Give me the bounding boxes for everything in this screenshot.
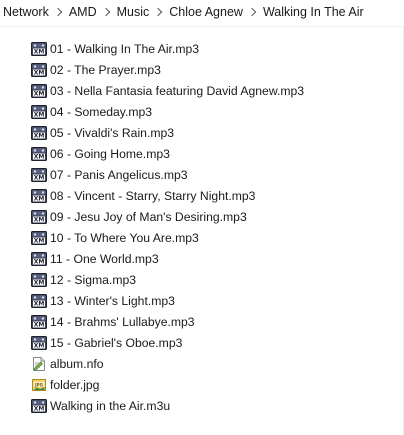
audio-file-icon: XM (31, 314, 47, 330)
file-item-folder-jpg[interactable]: JPG folder.jpg (31, 374, 391, 395)
svg-text:XM: XM (34, 69, 45, 76)
breadcrumb-item-album[interactable]: Walking In The Air (260, 5, 367, 19)
audio-file-icon: XM (31, 104, 47, 120)
address-bar-divider (0, 26, 404, 27)
file-list: XM 01 - Walking In The Air.mp3 XM 02 - The … (31, 38, 391, 416)
breadcrumb-item-amd[interactable]: AMD (66, 5, 100, 19)
file-name: 03 - Nella Fantasia featuring David Agne… (50, 83, 305, 98)
file-name: 11 - One World.mp3 (50, 251, 159, 266)
svg-text:XM: XM (34, 48, 45, 55)
playlist-file-icon: XM (31, 398, 47, 414)
audio-file-icon: XM (31, 188, 47, 204)
file-name: folder.jpg (50, 377, 100, 392)
audio-file-icon: XM (31, 335, 47, 351)
svg-text:XM: XM (34, 342, 45, 349)
file-item-03-nella-fantasia-featuring-david-agnew-mp3[interactable]: XM 03 - Nella Fantasia featuring David Ag… (31, 80, 391, 101)
audio-file-icon: XM (31, 62, 47, 78)
breadcrumb-item-music[interactable]: Music (114, 5, 153, 19)
file-item-06-going-home-mp3[interactable]: XM 06 - Going Home.mp3 (31, 143, 391, 164)
audio-file-icon: XM (31, 41, 47, 57)
svg-text:JPG: JPG (34, 382, 44, 387)
file-name: 04 - Someday.mp3 (50, 104, 153, 119)
file-name: album.nfo (50, 356, 104, 371)
svg-text:XM: XM (34, 237, 45, 244)
file-item-04-someday-mp3[interactable]: XM 04 - Someday.mp3 (31, 101, 391, 122)
file-item-08-vincent-starry-starry-night-mp3[interactable]: XM 08 - Vincent - Starry, Starry Night.mp… (31, 185, 391, 206)
audio-file-icon: XM (31, 293, 47, 309)
audio-file-icon: XM (31, 272, 47, 288)
file-item-05-vivaldi-s-rain-mp3[interactable]: XM 05 - Vivaldi's Rain.mp3 (31, 122, 391, 143)
svg-text:XM: XM (34, 153, 45, 160)
chevron-right-icon[interactable] (246, 0, 260, 24)
chevron-right-icon[interactable] (52, 0, 66, 24)
audio-file-icon: XM (31, 251, 47, 267)
file-name: 06 - Going Home.mp3 (50, 146, 170, 161)
file-item-12-sigma-mp3[interactable]: XM 12 - Sigma.mp3 (31, 269, 391, 290)
file-item-13-winter-s-light-mp3[interactable]: XM 13 - Winter's Light.mp3 (31, 290, 391, 311)
file-name: 01 - Walking In The Air.mp3 (50, 41, 200, 56)
audio-file-icon: XM (31, 83, 47, 99)
svg-text:XM: XM (34, 216, 45, 223)
breadcrumb: Network AMD Music Chloe Agnew Walking In… (0, 0, 404, 24)
file-name: 10 - To Where You Are.mp3 (50, 230, 199, 245)
file-item-11-one-world-mp3[interactable]: XM 11 - One World.mp3 (31, 248, 391, 269)
file-name: 13 - Winter's Light.mp3 (50, 293, 175, 308)
file-name: 08 - Vincent - Starry, Starry Night.mp3 (50, 188, 256, 203)
svg-text:XM: XM (34, 132, 45, 139)
file-item-walking-in-the-air-m3u[interactable]: XM Walking in the Air.m3u (31, 395, 391, 416)
chevron-right-icon[interactable] (152, 0, 166, 24)
file-name: 12 - Sigma.mp3 (50, 272, 137, 287)
breadcrumb-item-network[interactable]: Network (0, 5, 52, 19)
chevron-right-icon[interactable] (100, 0, 114, 24)
info-file-icon (31, 356, 47, 372)
svg-text:XM: XM (34, 279, 45, 286)
svg-text:XM: XM (34, 195, 45, 202)
audio-file-icon: XM (31, 230, 47, 246)
svg-text:XM: XM (34, 405, 45, 412)
svg-text:XM: XM (34, 90, 45, 97)
audio-file-icon: XM (31, 146, 47, 162)
svg-text:XM: XM (34, 321, 45, 328)
file-name: Walking in the Air.m3u (50, 398, 171, 413)
file-explorer-window: Network AMD Music Chloe Agnew Walking In… (0, 0, 404, 435)
file-name: 14 - Brahms' Lullabye.mp3 (50, 314, 195, 329)
file-name: 07 - Panis Angelicus.mp3 (50, 167, 188, 182)
file-item-07-panis-angelicus-mp3[interactable]: XM 07 - Panis Angelicus.mp3 (31, 164, 391, 185)
audio-file-icon: XM (31, 125, 47, 141)
audio-file-icon: XM (31, 167, 47, 183)
file-item-09-jesu-joy-of-man-s-desiring-mp3[interactable]: XM 09 - Jesu Joy of Man's Desiring.mp3 (31, 206, 391, 227)
svg-text:XM: XM (34, 258, 45, 265)
svg-text:XM: XM (34, 174, 45, 181)
file-item-14-brahms-lullabye-mp3[interactable]: XM 14 - Brahms' Lullabye.mp3 (31, 311, 391, 332)
file-name: 15 - Gabriel's Oboe.mp3 (50, 335, 183, 350)
file-name: 05 - Vivaldi's Rain.mp3 (50, 125, 175, 140)
audio-file-icon: XM (31, 209, 47, 225)
file-item-15-gabriel-s-oboe-mp3[interactable]: XM 15 - Gabriel's Oboe.mp3 (31, 332, 391, 353)
file-name: 02 - The Prayer.mp3 (50, 62, 161, 77)
svg-text:XM: XM (34, 300, 45, 307)
file-item-10-to-where-you-are-mp3[interactable]: XM 10 - To Where You Are.mp3 (31, 227, 391, 248)
file-item-album-nfo[interactable]: album.nfo (31, 353, 391, 374)
svg-text:XM: XM (34, 111, 45, 118)
file-name: 09 - Jesu Joy of Man's Desiring.mp3 (50, 209, 247, 224)
file-item-01-walking-in-the-air-mp3[interactable]: XM 01 - Walking In The Air.mp3 (31, 38, 391, 59)
file-item-02-the-prayer-mp3[interactable]: XM 02 - The Prayer.mp3 (31, 59, 391, 80)
image-file-icon: JPG (31, 377, 47, 393)
breadcrumb-item-artist[interactable]: Chloe Agnew (166, 5, 246, 19)
